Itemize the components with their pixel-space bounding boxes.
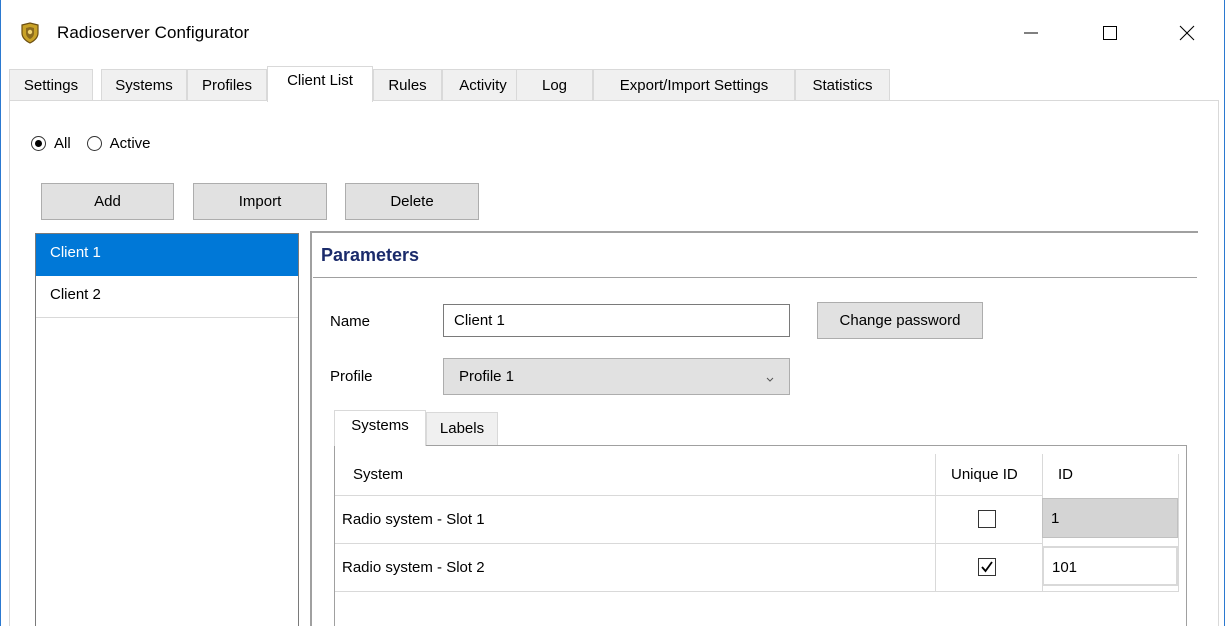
grid-row-divider xyxy=(335,591,1178,592)
tab-client-list[interactable]: Client List xyxy=(267,66,373,102)
client-list[interactable]: Client 1 Client 2 xyxy=(35,233,299,626)
subtab-systems[interactable]: Systems xyxy=(334,410,426,446)
grid-cell-system[interactable]: Radio system - Slot 2 xyxy=(342,559,485,576)
tab-rules[interactable]: Rules xyxy=(373,69,442,101)
delete-button[interactable]: Delete xyxy=(345,183,479,220)
tab-export-import-settings[interactable]: Export/Import Settings xyxy=(593,69,795,101)
profile-label: Profile xyxy=(330,368,373,385)
main-tabstrip: Settings Systems Profiles Client List Ru… xyxy=(9,66,1219,102)
client-list-item[interactable]: Client 1 xyxy=(36,234,298,276)
profile-select[interactable]: Profile 1 xyxy=(443,358,790,395)
grid-row-divider xyxy=(335,543,1042,544)
radio-all-label[interactable]: All xyxy=(54,135,71,152)
change-password-button[interactable]: Change password xyxy=(817,302,983,339)
unique-id-checkbox[interactable] xyxy=(978,558,996,576)
client-filter: All Active xyxy=(31,131,167,155)
tab-statistics[interactable]: Statistics xyxy=(795,69,890,101)
grid-cell-id: 1 xyxy=(1042,498,1178,538)
maximize-button[interactable] xyxy=(1087,12,1133,54)
unique-id-checkbox[interactable] xyxy=(978,510,996,528)
maximize-icon xyxy=(1103,26,1117,40)
tab-settings[interactable]: Settings xyxy=(9,69,93,101)
radio-active-label[interactable]: Active xyxy=(110,135,151,152)
tab-log[interactable]: Log xyxy=(516,69,593,101)
radio-active[interactable] xyxy=(86,135,102,151)
tab-profiles[interactable]: Profiles xyxy=(187,69,267,101)
grid-cell-id-input[interactable]: 101 xyxy=(1042,546,1178,586)
subtab-labels[interactable]: Labels xyxy=(426,412,498,445)
column-header-system[interactable]: System xyxy=(340,454,934,495)
radio-all[interactable] xyxy=(31,135,46,151)
minimize-icon xyxy=(1024,32,1038,34)
title-bar[interactable]: Radioserver Configurator xyxy=(1,0,1224,66)
app-window: Radioserver Configurator Settings System… xyxy=(0,0,1225,626)
name-input[interactable]: Client 1 xyxy=(443,304,790,337)
tab-systems[interactable]: Systems xyxy=(101,69,187,101)
grid-column-divider xyxy=(1178,454,1179,592)
app-shield-icon xyxy=(19,22,41,44)
import-button[interactable]: Import xyxy=(193,183,327,220)
profile-select-value: Profile 1 xyxy=(459,368,515,385)
grid-row-divider xyxy=(335,495,1042,496)
close-icon xyxy=(1179,25,1195,41)
name-label: Name xyxy=(330,313,371,330)
chevron-down-icon xyxy=(765,371,775,388)
column-header-unique-id[interactable]: Unique ID xyxy=(939,454,1039,495)
window-title: Radioserver Configurator xyxy=(57,23,250,42)
add-button[interactable]: Add xyxy=(41,183,174,220)
checkmark-icon xyxy=(981,561,993,573)
client-list-item[interactable]: Client 2 xyxy=(36,276,298,318)
parameters-title: Parameters xyxy=(321,245,420,265)
parameters-divider xyxy=(313,277,1197,278)
minimize-button[interactable] xyxy=(1008,12,1054,54)
tab-activity[interactable]: Activity xyxy=(442,69,524,101)
close-button[interactable] xyxy=(1164,12,1210,54)
column-header-id[interactable]: ID xyxy=(1046,454,1176,495)
grid-cell-system[interactable]: Radio system - Slot 1 xyxy=(342,511,485,528)
grid-column-divider xyxy=(935,454,936,591)
